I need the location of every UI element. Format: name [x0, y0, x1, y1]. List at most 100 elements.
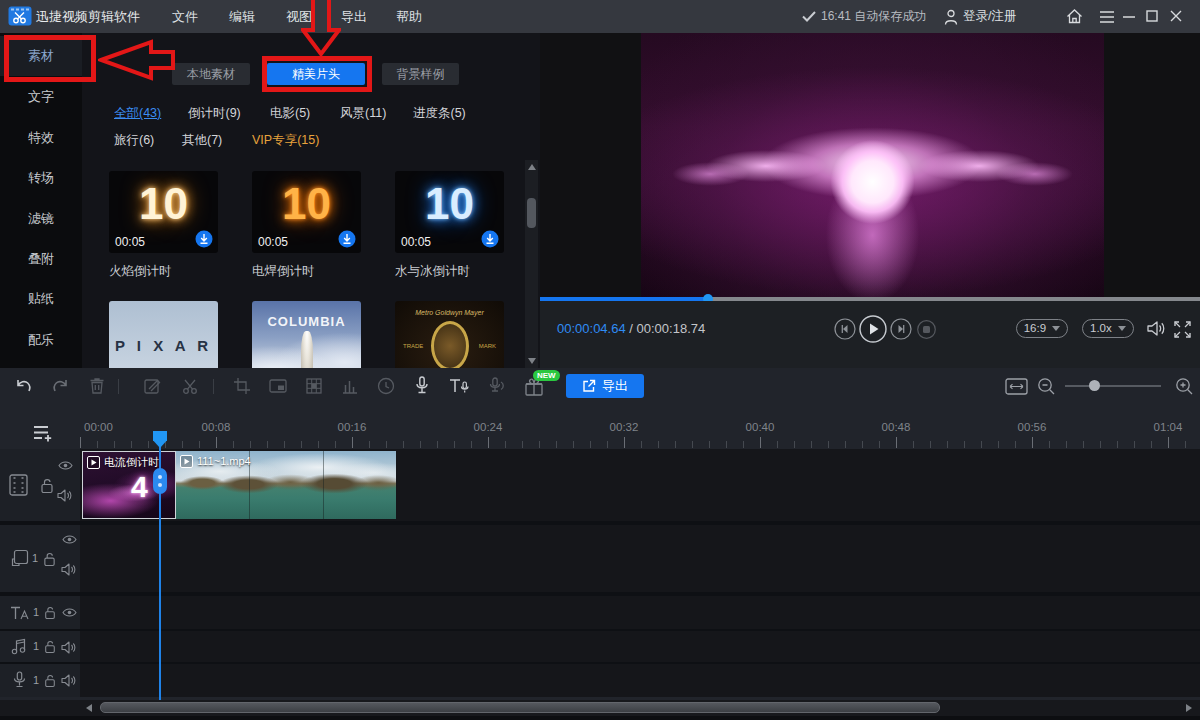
template-card-ice-countdown[interactable]: 10 00:05	[395, 171, 504, 253]
split-scissors-icon[interactable]	[180, 376, 200, 396]
timeline-zoom-slider[interactable]	[1065, 385, 1161, 387]
tab-local-material[interactable]: 本地素材	[172, 63, 250, 85]
text-to-speech-icon[interactable]	[448, 376, 470, 396]
sidebar-item-filters[interactable]: 滤镜	[0, 199, 82, 239]
fit-timeline-icon[interactable]	[1005, 378, 1028, 395]
zoom-out-icon[interactable]	[1037, 377, 1056, 396]
voice-track-lane[interactable]	[0, 664, 1200, 697]
menu-help[interactable]: 帮助	[396, 0, 422, 33]
timeline-hscrollbar[interactable]	[0, 700, 1200, 716]
hamburger-menu-icon[interactable]	[1099, 11, 1115, 23]
export-button[interactable]: 导出	[566, 374, 644, 398]
zoom-in-icon[interactable]	[1175, 377, 1194, 396]
download-icon[interactable]	[195, 230, 213, 248]
speaker-icon[interactable]	[61, 641, 76, 654]
scroll-up-arrow[interactable]	[528, 164, 536, 170]
minimize-button[interactable]	[1123, 16, 1135, 18]
card-number: 10	[109, 179, 218, 229]
speaker-icon[interactable]	[61, 563, 76, 576]
aspect-ratio-select[interactable]: 16:9	[1016, 319, 1068, 338]
menu-export[interactable]: 导出	[341, 0, 367, 33]
duration-clock-icon[interactable]	[376, 376, 396, 396]
sidebar-item-music[interactable]: 配乐	[0, 320, 82, 360]
eye-icon[interactable]	[62, 607, 77, 618]
audio-levels-icon[interactable]	[340, 376, 360, 396]
filter-scenery[interactable]: 风景(11)	[340, 105, 386, 122]
pip-icon[interactable]	[268, 376, 288, 396]
voice-changer-icon[interactable]	[487, 376, 507, 396]
sidebar-item-effects[interactable]: 特效	[0, 118, 82, 158]
sidebar-item-stickers[interactable]: 贴纸	[0, 279, 82, 319]
scroll-left-arrow[interactable]	[86, 704, 92, 712]
download-icon[interactable]	[338, 230, 356, 248]
redo-icon[interactable]	[50, 376, 70, 396]
hscrollbar-thumb[interactable]	[100, 702, 940, 713]
speaker-icon[interactable]	[61, 674, 76, 687]
filter-vip[interactable]: VIP专享(15)	[252, 132, 319, 149]
filter-countdown[interactable]: 倒计时(9)	[188, 105, 241, 122]
menu-file[interactable]: 文件	[172, 0, 198, 33]
crop-icon[interactable]	[232, 376, 252, 396]
zoom-slider-handle[interactable]	[1089, 380, 1100, 391]
fullscreen-icon[interactable]	[1174, 321, 1191, 338]
template-card-fire-countdown[interactable]: 10 00:05	[109, 171, 218, 253]
stop-button[interactable]	[917, 320, 936, 339]
lock-icon[interactable]	[44, 639, 56, 654]
menu-edit[interactable]: 编辑	[229, 0, 255, 33]
next-frame-button[interactable]	[890, 318, 912, 340]
sidebar-item-text[interactable]: 文字	[0, 77, 82, 117]
pip-track-lane[interactable]	[0, 525, 1200, 592]
tab-background-samples[interactable]: 背景样例	[382, 63, 459, 85]
scrollbar-thumb[interactable]	[527, 198, 536, 228]
home-icon[interactable]	[1066, 9, 1083, 24]
materials-scrollbar[interactable]	[525, 160, 538, 368]
video-preview[interactable]	[540, 33, 1200, 299]
eye-icon[interactable]	[58, 460, 73, 471]
clip-name: 电流倒计时	[104, 455, 159, 470]
speaker-icon[interactable]	[57, 489, 72, 502]
gift-icon[interactable]: NEW	[523, 376, 545, 397]
filter-movie[interactable]: 电影(5)	[270, 105, 310, 122]
lock-icon[interactable]	[40, 477, 54, 494]
add-track-icon[interactable]	[32, 424, 54, 443]
playhead-clip-handle[interactable]	[153, 468, 167, 494]
template-card-pixar[interactable]: P I X A R	[109, 301, 218, 368]
scroll-down-arrow[interactable]	[528, 358, 536, 364]
card-number: 10	[395, 179, 504, 229]
speed-select[interactable]: 1.0x	[1082, 319, 1134, 338]
template-card-mgm[interactable]: Metro Goldwyn Mayer TRADE MARK	[395, 301, 504, 368]
close-button[interactable]	[1170, 10, 1182, 22]
timeline-clip-video[interactable]: 111~1.mp4	[176, 451, 396, 519]
download-icon[interactable]	[481, 230, 499, 248]
filter-travel[interactable]: 旅行(6)	[114, 132, 154, 149]
sidebar-item-transitions[interactable]: 转场	[0, 158, 82, 198]
sidebar-item-overlay[interactable]: 叠附	[0, 239, 82, 279]
lock-icon[interactable]	[43, 551, 56, 567]
template-card-columbia[interactable]: COLUMBIA	[252, 301, 361, 368]
filter-progressbar[interactable]: 进度条(5)	[413, 105, 466, 122]
mosaic-icon[interactable]	[304, 376, 324, 396]
music-track-lane[interactable]	[0, 631, 1200, 662]
record-mic-icon[interactable]	[412, 375, 432, 396]
delete-icon[interactable]	[87, 376, 107, 396]
clip-type-icon	[180, 455, 193, 468]
lock-icon[interactable]	[44, 673, 56, 688]
lock-icon[interactable]	[44, 605, 56, 620]
scroll-right-arrow[interactable]	[1186, 704, 1192, 712]
filter-all[interactable]: 全部(43)	[114, 105, 161, 122]
undo-icon[interactable]	[14, 376, 34, 396]
play-button[interactable]	[859, 315, 887, 343]
ruler-label: 00:00	[84, 421, 113, 433]
voice-track-icon	[13, 671, 26, 689]
edit-clip-icon[interactable]	[142, 376, 162, 396]
login-register-link[interactable]: 登录/注册	[963, 0, 1016, 33]
timeline-ruler[interactable]: 00:00 00:08 00:16 00:24 00:32 00:40 00:4…	[0, 405, 1200, 449]
volume-icon[interactable]	[1146, 320, 1166, 337]
maximize-button[interactable]	[1146, 10, 1158, 22]
template-card-weld-countdown[interactable]: 10 00:05	[252, 171, 361, 253]
text-track-lane[interactable]	[0, 596, 1200, 629]
prev-frame-button[interactable]	[834, 318, 856, 340]
filter-other[interactable]: 其他(7)	[182, 132, 222, 149]
card-brand: P I X A R	[109, 337, 218, 354]
eye-icon[interactable]	[62, 534, 77, 545]
